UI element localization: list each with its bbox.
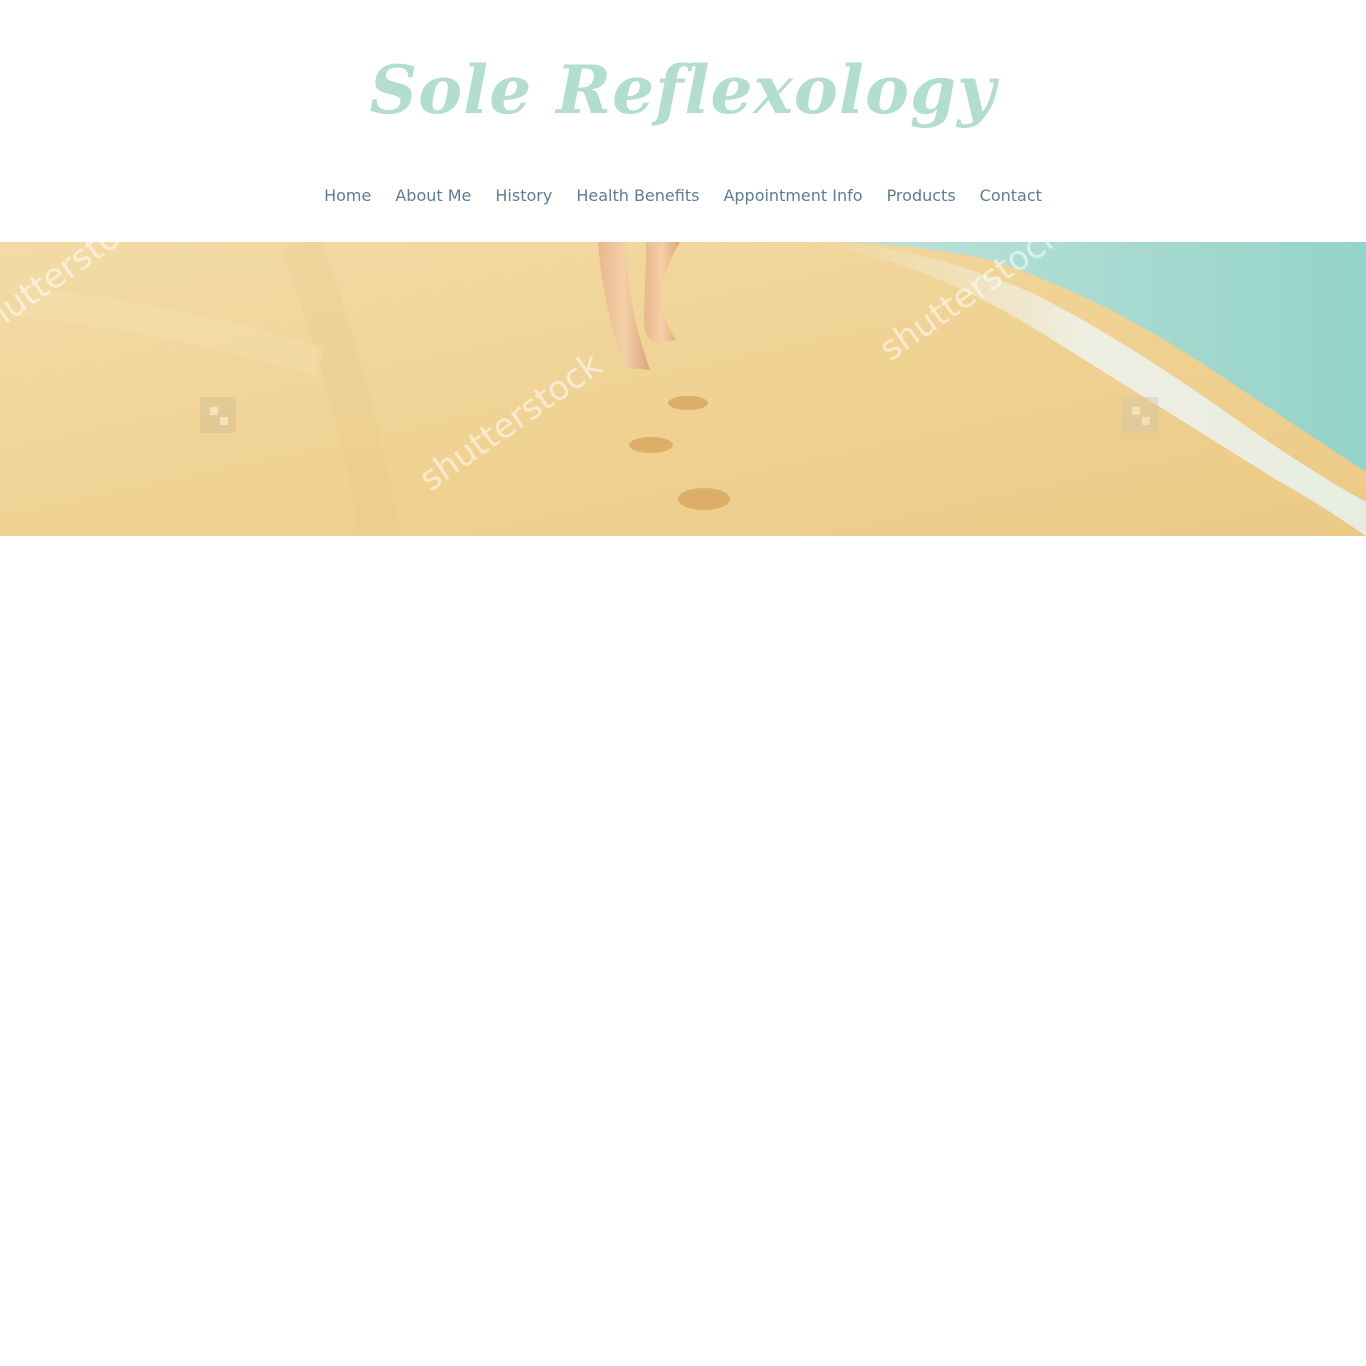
nav-item-history[interactable]: History bbox=[495, 184, 552, 208]
nav-item-products[interactable]: Products bbox=[887, 184, 956, 208]
page-content bbox=[0, 536, 1366, 1366]
beach-footprints-image: shutterstock shutterstock shutterstock bbox=[0, 242, 1366, 536]
main-nav: Home About Me History Health Benefits Ap… bbox=[0, 184, 1366, 208]
nav-item-contact[interactable]: Contact bbox=[980, 184, 1042, 208]
hero-banner: shutterstock shutterstock shutterstock bbox=[0, 242, 1366, 536]
site-logo[interactable]: Sole Reflexology bbox=[0, 40, 1366, 140]
nav-item-appointment-info[interactable]: Appointment Info bbox=[723, 184, 862, 208]
nav-item-health-benefits[interactable]: Health Benefits bbox=[576, 184, 699, 208]
site-header: Sole Reflexology Home About Me History H… bbox=[0, 0, 1366, 242]
nav-item-home[interactable]: Home bbox=[324, 184, 371, 208]
nav-item-about-me[interactable]: About Me bbox=[395, 184, 471, 208]
